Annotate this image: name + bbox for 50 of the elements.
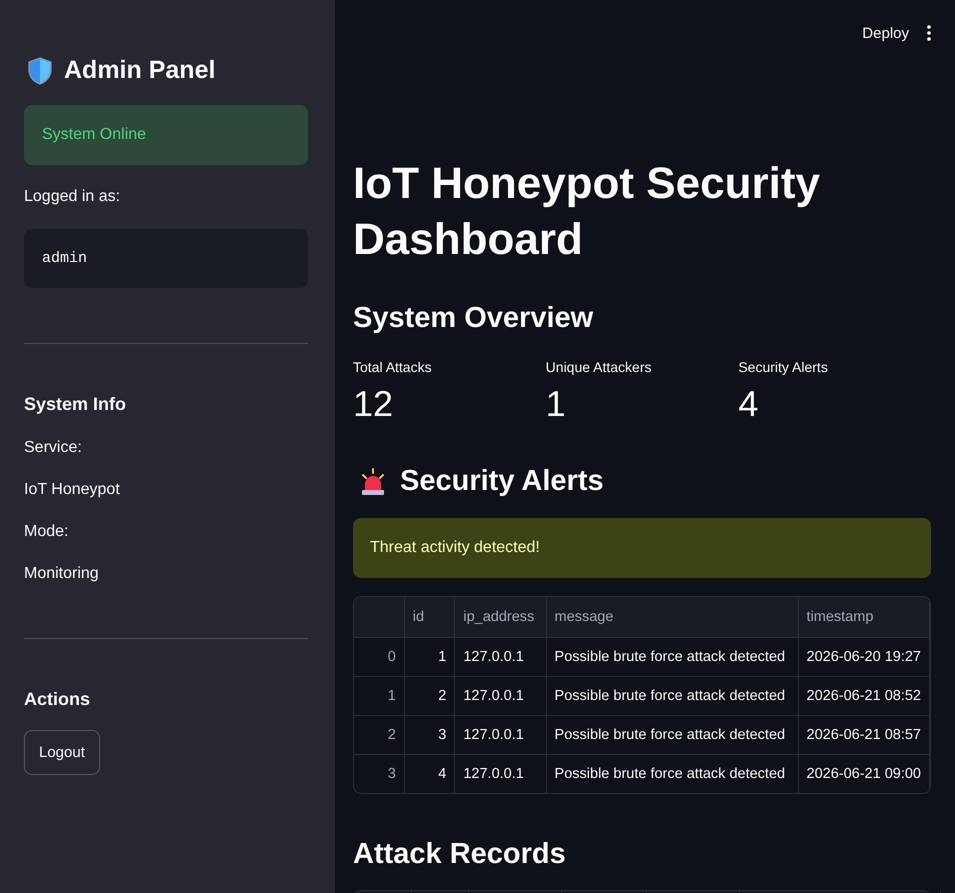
- status-message: System Online: [24, 105, 308, 165]
- section-heading: Actions: [24, 689, 92, 710]
- logged-in-label: Logged in as:: [24, 188, 122, 206]
- section-heading: Security Alerts: [400, 465, 604, 498]
- section-heading: System Overview: [353, 302, 594, 335]
- metric-value: 1: [546, 383, 567, 425]
- table-cell: 2: [404, 676, 455, 716]
- column-header: id: [404, 597, 455, 638]
- table-cell: 1: [404, 638, 455, 676]
- row-index: 3: [354, 754, 404, 793]
- metric-label: Total Attacks: [353, 359, 433, 375]
- metric-value: 12: [353, 383, 394, 425]
- info-text: Mode:: [24, 523, 70, 541]
- table-cell: Possible brute force attack detected: [546, 716, 798, 754]
- sidebar-title: Admin Panel: [64, 56, 216, 85]
- column-header: ip_address: [454, 597, 546, 638]
- row-index: 2: [354, 716, 404, 754]
- table-cell: 2026-06-21 08:52: [798, 676, 930, 716]
- section-heading: System Info: [24, 394, 128, 415]
- info-text: Service:: [24, 439, 83, 457]
- table-cell: 2026-06-21 09:00: [798, 754, 930, 793]
- table-cell: 127.0.0.1: [454, 716, 546, 754]
- logout-button[interactable]: Logout: [24, 730, 100, 775]
- info-text: Monitoring: [24, 565, 100, 583]
- table-cell: 127.0.0.1: [454, 638, 546, 676]
- table-cell: 4: [404, 754, 455, 793]
- metric-label: Unique Attackers: [546, 359, 653, 375]
- table-cell: 127.0.0.1: [454, 754, 546, 793]
- info-text: IoT Honeypot: [24, 481, 121, 499]
- metric-label: Security Alerts: [738, 359, 829, 375]
- section-heading: Attack Records: [353, 838, 567, 871]
- table-cell: Possible brute force attack detected: [546, 754, 798, 793]
- siren-icon: [360, 468, 386, 496]
- metric-value: 4: [738, 383, 760, 425]
- more-menu-icon[interactable]: [927, 25, 931, 41]
- table-cell: Possible brute force attack detected: [546, 638, 798, 676]
- row-index: 1: [354, 676, 404, 716]
- column-header: timestamp: [798, 597, 930, 638]
- warning-message: Threat activity detected!: [353, 518, 931, 578]
- username-code: admin: [24, 229, 308, 288]
- shield-icon: [28, 56, 52, 84]
- column-header: message: [546, 597, 798, 638]
- table-cell: 3: [404, 716, 455, 754]
- table-cell: 2026-06-21 08:57: [798, 716, 930, 754]
- page-title: IoT Honeypot Security Dashboard: [353, 158, 821, 266]
- table-cell: Possible brute force attack detected: [546, 676, 798, 716]
- table-cell: 127.0.0.1: [454, 676, 546, 716]
- table-cell: 2026-06-20 19:27: [798, 638, 930, 676]
- deploy-button[interactable]: Deploy: [862, 24, 909, 42]
- row-index: 0: [354, 638, 404, 676]
